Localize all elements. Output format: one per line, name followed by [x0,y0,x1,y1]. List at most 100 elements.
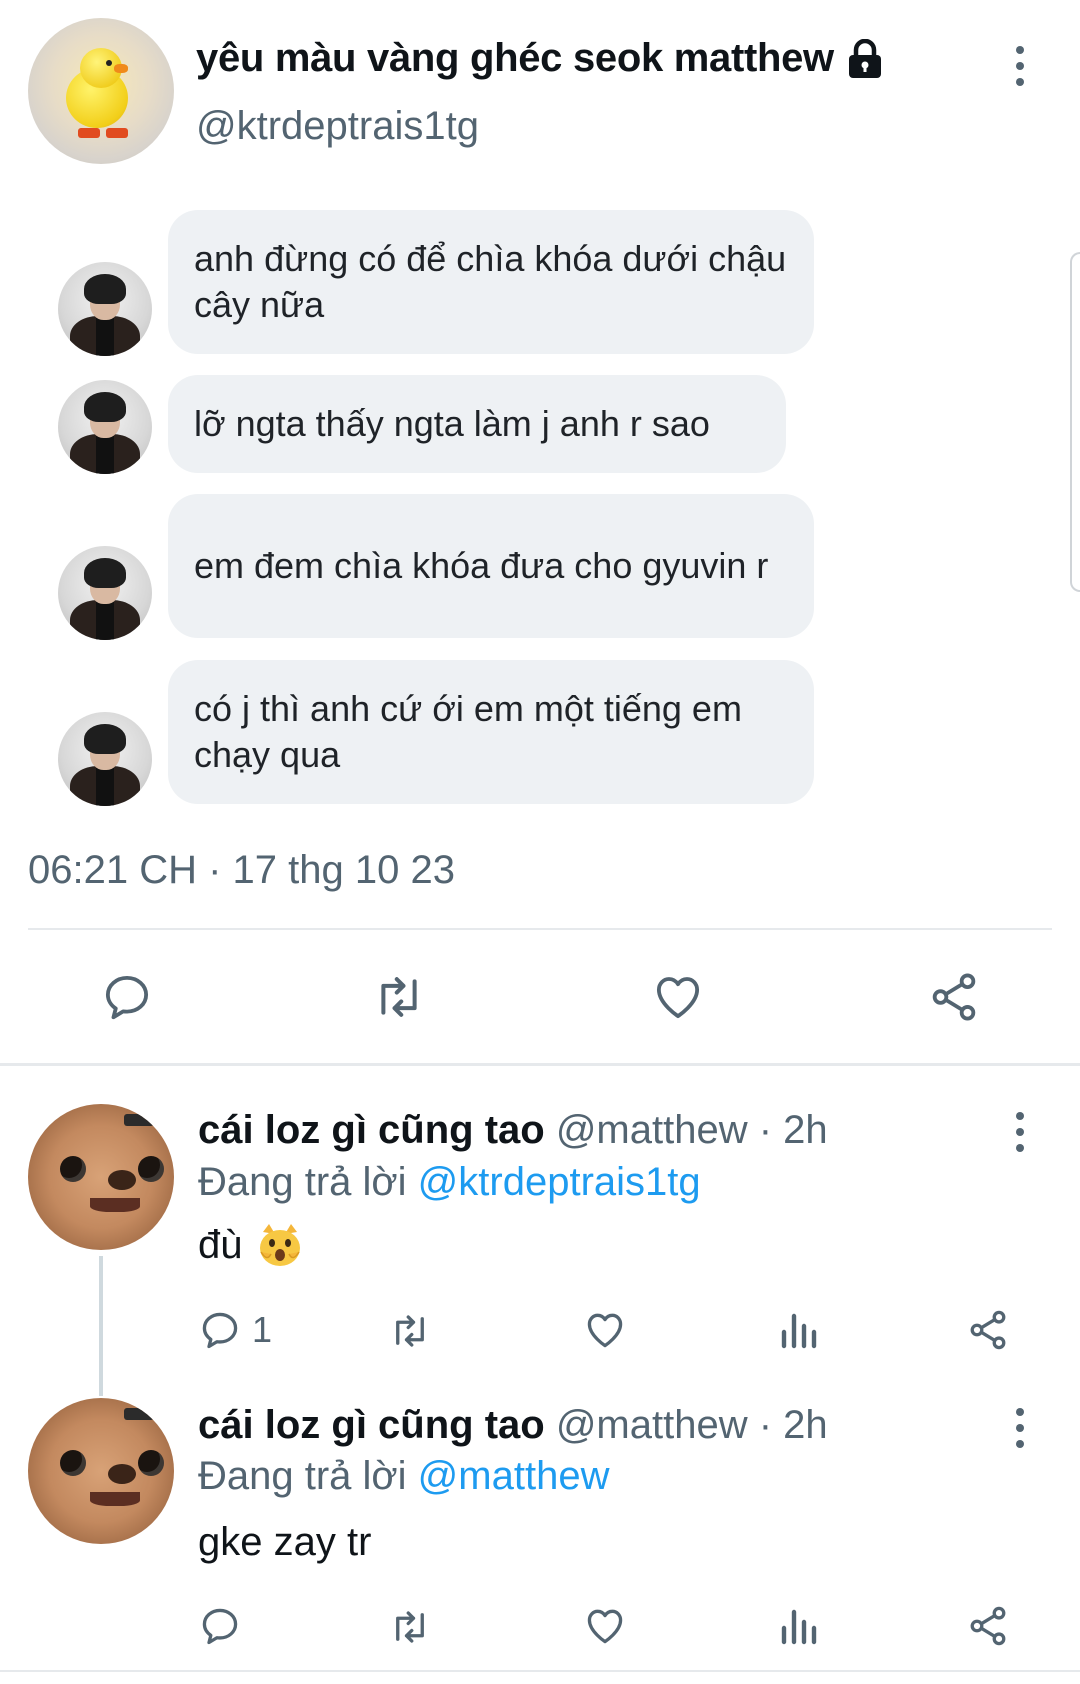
reply-handle[interactable]: @matthew [556,1108,748,1152]
replying-to: Đang trả lời @matthew [198,1454,609,1499]
analytics-icon [781,1313,817,1349]
chick-foot-left [78,128,100,138]
reply-text: gke zay tr [198,1520,372,1564]
dot [1016,62,1024,70]
dot [1016,1424,1024,1432]
reply-display-name[interactable]: cái loz gì cũng tao [198,1108,545,1152]
message-bubble: anh đừng có để chìa khóa dưới chậu cây n… [168,210,814,354]
avatar-hair [84,274,126,304]
reply-count: 1 [252,1309,273,1350]
avatar-eye [138,1156,164,1182]
avatar-shirt [96,768,114,806]
reply-button[interactable] [100,970,154,1024]
reply-icon [202,1608,238,1645]
more-options-icon[interactable] [1014,46,1026,86]
message-avatar [58,380,152,474]
reply-time: · 2h [758,1403,828,1447]
avatar-hair [84,558,126,588]
reply-time: · 2h [758,1108,828,1152]
share-icon [970,1310,1006,1350]
divider [28,928,1052,930]
avatar-eye [138,1450,164,1476]
section-divider [0,1063,1080,1066]
thread-line [99,1256,103,1396]
heart-icon [656,977,700,1019]
avatar-hair [84,392,126,422]
retweet-icon [396,1315,424,1347]
retweet-button[interactable] [370,970,428,1024]
analytics-icon [781,1609,817,1645]
reply-button[interactable] [198,1604,242,1648]
share-button[interactable] [966,1308,1010,1352]
chick-foot-right [106,128,128,138]
views-button[interactable] [778,1310,818,1350]
reply-display-name[interactable]: cái loz gì cũng tao [198,1403,545,1447]
like-button[interactable] [582,1308,628,1352]
message-text: có j thì anh cứ ới em một tiếng em chạy … [194,688,742,775]
retweet-button[interactable] [386,1606,434,1648]
reply-button[interactable]: 1 [198,1308,272,1352]
author-avatar[interactable] [28,18,174,164]
share-icon [970,1606,1006,1646]
avatar-shirt [96,602,114,640]
message-avatar [58,262,152,356]
reply-avatar[interactable] [28,1104,174,1250]
like-button[interactable] [650,970,706,1024]
avatar-watermark [124,1408,154,1420]
message-text: lỡ ngta thấy ngta làm j anh r sao [194,403,710,444]
retweet-icon [396,1611,424,1643]
scrollbar[interactable] [1070,252,1080,592]
more-options-icon[interactable] [1014,1112,1026,1152]
replying-to-mention[interactable]: @matthew [418,1454,610,1498]
share-button[interactable] [926,970,982,1024]
avatar-shirt [96,436,114,474]
avatar-eye [60,1450,86,1476]
divider [0,1670,1080,1672]
avatar-nose [108,1170,136,1190]
message-avatar [58,712,152,806]
reply-header: cái loz gì cũng tao @matthew · 2h [198,1108,828,1153]
author-display-name[interactable]: yêu màu vàng ghéc seok matthew [196,36,834,81]
message-text: anh đừng có để chìa khóa dưới chậu cây n… [194,238,787,325]
more-options-icon[interactable] [1014,1408,1026,1448]
avatar-hair [84,724,126,754]
reply-body: đù [198,1222,303,1268]
replying-to: Đang trả lời @ktrdeptrais1tg [198,1160,701,1205]
share-icon [932,973,976,1021]
reply-text: đù [198,1222,243,1267]
avatar-mouth [90,1198,140,1212]
dot [1016,1408,1024,1416]
chick-beak [114,64,128,73]
reply-avatar[interactable] [28,1398,174,1544]
message-bubble: em đem chìa khóa đưa cho gyuvin r [168,494,814,638]
retweet-icon [381,977,417,1017]
avatar-shirt [96,318,114,356]
dot [1016,78,1024,86]
dot [1016,1144,1024,1152]
like-button[interactable] [582,1604,628,1648]
replying-to-label: Đang trả lời [198,1160,407,1204]
dot [1016,1112,1024,1120]
retweet-button[interactable] [386,1310,434,1352]
message-bubble: lỡ ngta thấy ngta làm j anh r sao [168,375,786,473]
heart-icon [587,1313,623,1348]
avatar-watermark [124,1114,154,1126]
chick-eye [106,60,112,66]
lock-icon [846,38,884,79]
avatar-eye [60,1156,86,1182]
replying-to-mention[interactable]: @ktrdeptrais1tg [418,1160,701,1204]
reply-icon [202,1312,238,1349]
weary-cat-emoji-icon [257,1222,303,1268]
reply-body: gke zay tr [198,1520,371,1565]
reply-handle[interactable]: @matthew [556,1403,748,1447]
message-bubble: có j thì anh cứ ới em một tiếng em chạy … [168,660,814,804]
reply-icon [105,975,149,1020]
message-text: em đem chìa khóa đưa cho gyuvin r [194,545,769,586]
share-button[interactable] [966,1604,1010,1648]
author-handle[interactable]: @ktrdeptrais1tg [196,104,479,149]
dot [1016,46,1024,54]
views-button[interactable] [778,1606,818,1646]
reply-header: cái loz gì cũng tao @matthew · 2h [198,1403,828,1448]
heart-icon [587,1609,623,1644]
tweet-timestamp: 06:21 CH · 17 thg 10 23 [28,848,455,892]
